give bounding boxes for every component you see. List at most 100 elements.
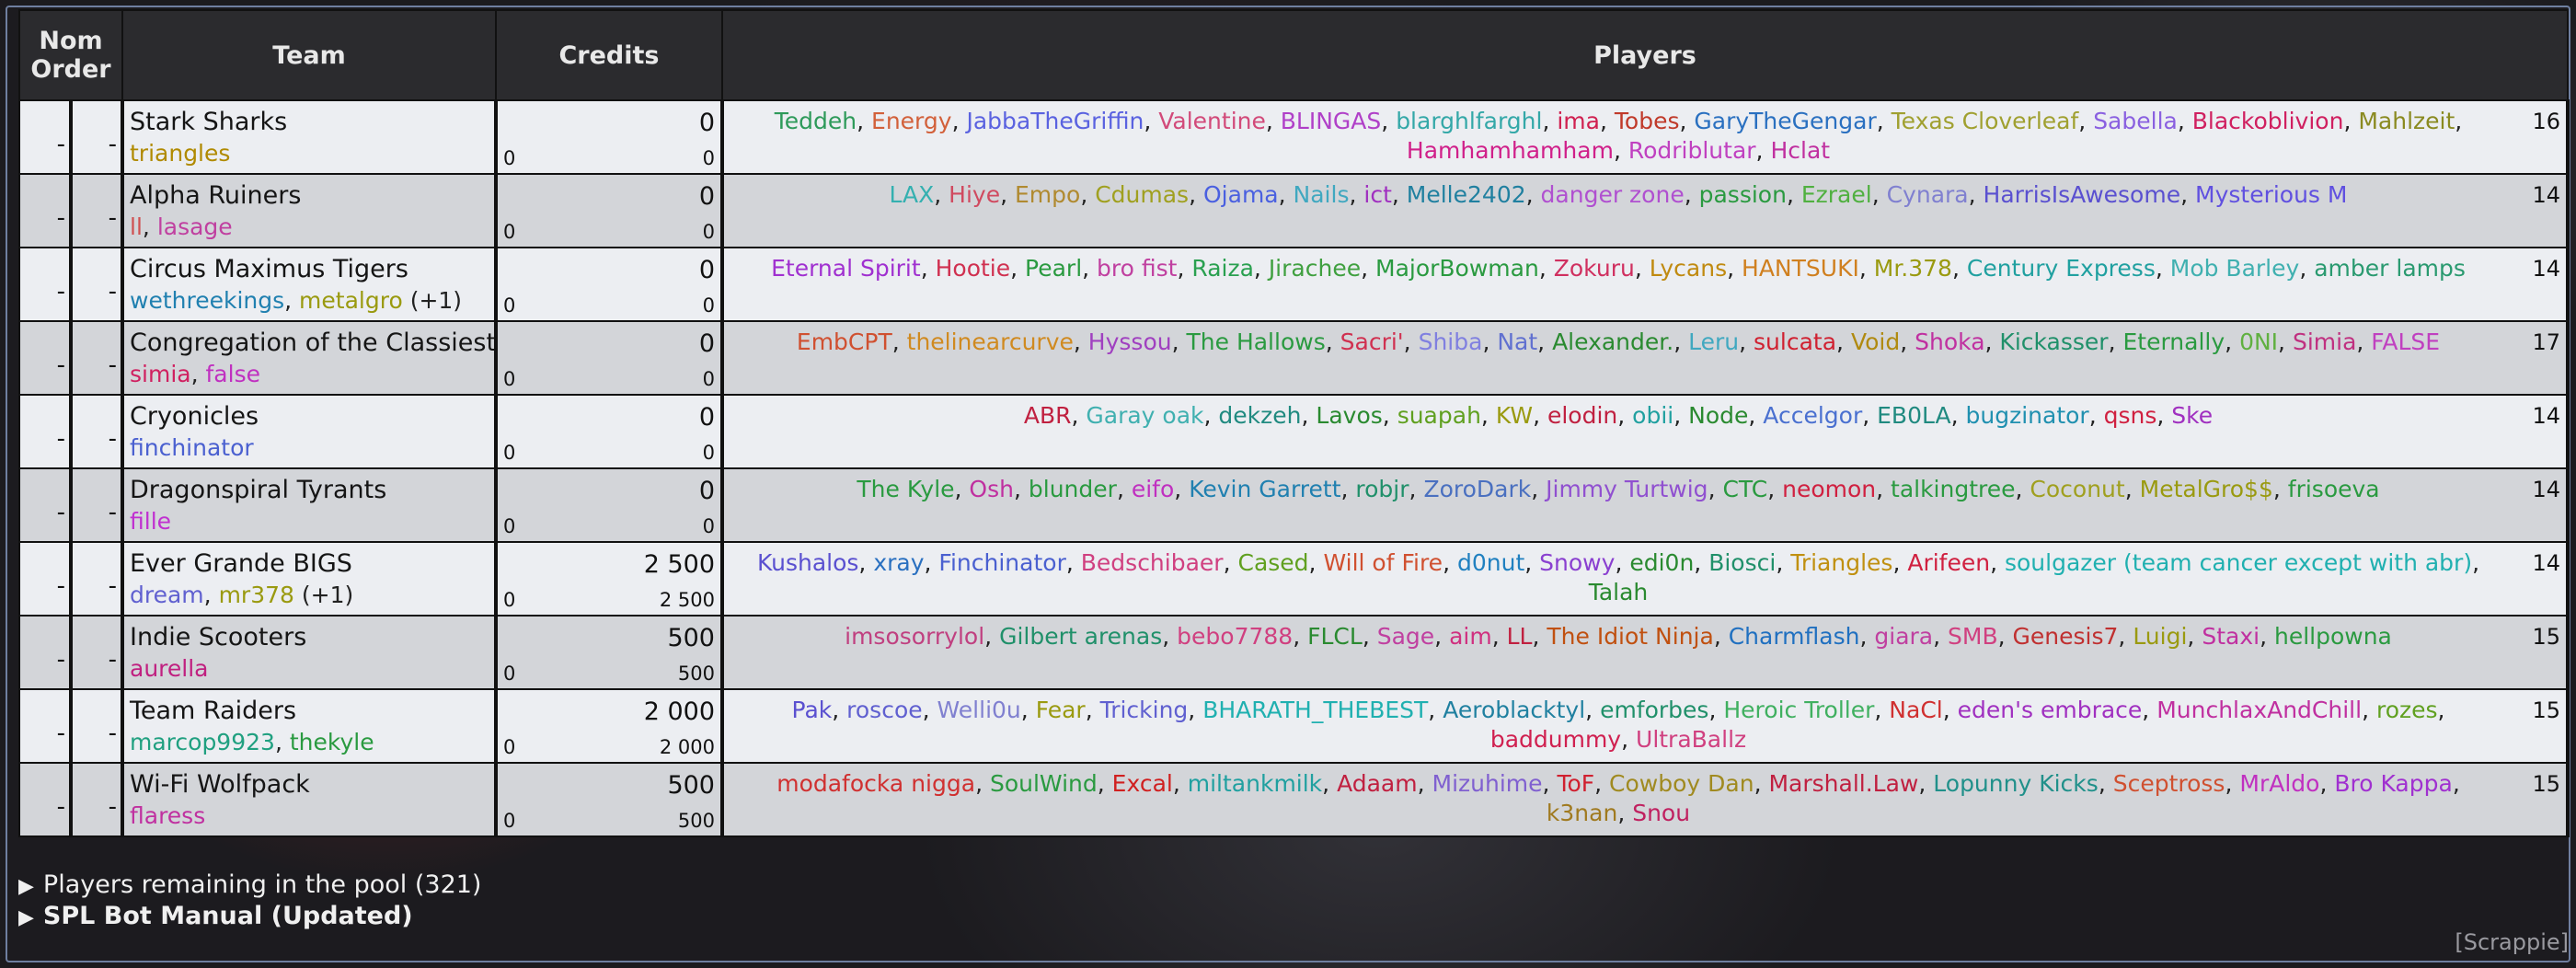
team-cell: Congregation of the Classiest simia, fals… xyxy=(121,320,498,396)
separator: , xyxy=(975,770,990,797)
credits-cell: 0 0 0 xyxy=(495,467,724,543)
separator: , xyxy=(1748,402,1764,429)
nom-order-cell: - xyxy=(70,541,124,617)
player-name: MrAldo xyxy=(2239,770,2320,797)
credits-spent: 0 xyxy=(503,663,516,685)
nom-order-cell: - xyxy=(70,320,124,396)
player-name: Raiza xyxy=(1191,255,1254,282)
player-count: 17 xyxy=(2532,329,2560,355)
separator: , xyxy=(1621,726,1637,753)
nom-order-cell: - xyxy=(70,688,124,764)
player-name: Leru xyxy=(1688,328,1740,355)
coach-name: wethreekings xyxy=(130,287,285,314)
credits-total: 0 xyxy=(698,182,715,211)
player-name: passion xyxy=(1698,181,1787,208)
player-name: LAX xyxy=(889,181,935,208)
separator: , xyxy=(1684,181,1699,208)
separator: , xyxy=(984,623,1000,650)
separator: , xyxy=(2437,697,2445,723)
player-name: Finchinator xyxy=(938,549,1066,576)
team-name: Cryonicles xyxy=(130,402,259,431)
table-row: - - Cryonicles finchinator 0 0 0 ABR, Garay oak… xyxy=(18,394,2570,469)
players-cell: Eternal Spirit, Hootie, Pearl, bro fist,… xyxy=(721,247,2570,322)
player-name: NaCl xyxy=(1889,697,1943,723)
separator: , xyxy=(1223,549,1238,576)
player-name: Adaam xyxy=(1337,770,1418,797)
player-name: Pak xyxy=(791,697,833,723)
separator: , xyxy=(1594,770,1610,797)
team-name: Indie Scooters xyxy=(130,623,307,651)
separator: , xyxy=(1172,770,1188,797)
separator: , xyxy=(1634,255,1650,282)
separator: , xyxy=(1325,328,1340,355)
separator: , xyxy=(1984,328,2000,355)
team-name: Circus Maximus Tigers xyxy=(130,255,408,283)
player-name: Valentine xyxy=(1158,108,1266,134)
separator: , xyxy=(1085,697,1100,723)
manual-toggle[interactable]: ▶ SPL Bot Manual (Updated) xyxy=(18,902,413,930)
header-players: Players xyxy=(721,9,2569,101)
nom-order-cell: - xyxy=(18,394,73,469)
coach-name: ll xyxy=(130,213,143,240)
player-name: eifo xyxy=(1131,476,1175,502)
credits-remaining: 0 xyxy=(702,368,715,390)
player-name: Eternal Spirit xyxy=(771,255,921,282)
player-name: robjr xyxy=(1355,476,1409,502)
player-name: Accelgor xyxy=(1763,402,1863,429)
player-name: talkingtree xyxy=(1891,476,2016,502)
credits-total: 0 xyxy=(698,109,715,137)
pool-label: Players remaining in the pool (321) xyxy=(42,870,482,899)
player-name: SMB xyxy=(1948,623,1998,650)
separator: , xyxy=(142,213,157,240)
player-name: Osh xyxy=(969,476,1014,502)
player-name: CTC xyxy=(1722,476,1768,502)
player-name: Simia xyxy=(2292,328,2357,355)
separator: , xyxy=(1542,770,1558,797)
player-name: Mizuhime xyxy=(1432,770,1543,797)
nom-order-cell: - xyxy=(18,541,73,617)
separator: , xyxy=(1876,476,1892,502)
player-name: ima xyxy=(1557,108,1600,134)
player-name: HarrisIsAwesome xyxy=(1983,181,2181,208)
player-name: Lopunny Kicks xyxy=(1933,770,2099,797)
player-name: Sceptross xyxy=(2112,770,2225,797)
players-cell: Pak, roscoe, Welli0u, Fear, Tricking, BH… xyxy=(721,688,2570,764)
credits-total: 0 xyxy=(698,477,715,505)
player-name: Void xyxy=(1850,328,1901,355)
player-name: Cased xyxy=(1237,549,1309,576)
team-cell: Dragonspiral Tyrants fille xyxy=(121,467,498,543)
separator: , xyxy=(858,549,874,576)
team-cell: Stark Sharks triangles xyxy=(121,99,498,175)
team-cell: Wi-Fi Wolfpack flaress xyxy=(121,762,498,837)
separator: , xyxy=(1174,476,1190,502)
players-cell: The Kyle, Osh, blunder, eifo, Kevin Garr… xyxy=(721,467,2570,543)
player-name: Staxi xyxy=(2202,623,2260,650)
separator: , xyxy=(1362,623,1377,650)
separator: , xyxy=(1613,137,1628,164)
player-name: Bro Kappa xyxy=(2334,770,2453,797)
nom-order-cell: - xyxy=(18,247,73,322)
separator: , xyxy=(1391,181,1407,208)
team-name: Alpha Ruiners xyxy=(130,181,302,210)
player-name: Nails xyxy=(1293,181,1350,208)
table-header-row: Nom Order Team Credits Players xyxy=(18,9,2569,101)
separator: , xyxy=(1403,328,1419,355)
coach-name: mr378 xyxy=(218,582,294,608)
table-row: - - Indie Scooters aurella 500 0 500 imsosorryl… xyxy=(18,615,2570,690)
pool-toggle[interactable]: ▶ Players remaining in the pool (321) xyxy=(18,870,481,899)
separator: , xyxy=(2098,770,2113,797)
player-name: KW xyxy=(1495,402,1534,429)
separator: , xyxy=(1301,402,1317,429)
separator: , xyxy=(891,328,907,355)
player-name: Talah xyxy=(1588,579,1649,605)
separator: , xyxy=(284,287,300,314)
separator: , xyxy=(2177,108,2192,134)
coach-name: false xyxy=(205,361,260,387)
separator: , xyxy=(1382,402,1397,429)
separator: , xyxy=(1000,181,1015,208)
separator: , xyxy=(1525,181,1541,208)
player-name: Kickasser xyxy=(1999,328,2109,355)
credits-spent: 0 xyxy=(503,736,516,758)
separator: , xyxy=(2362,697,2376,723)
player-name: suapah xyxy=(1397,402,1481,429)
